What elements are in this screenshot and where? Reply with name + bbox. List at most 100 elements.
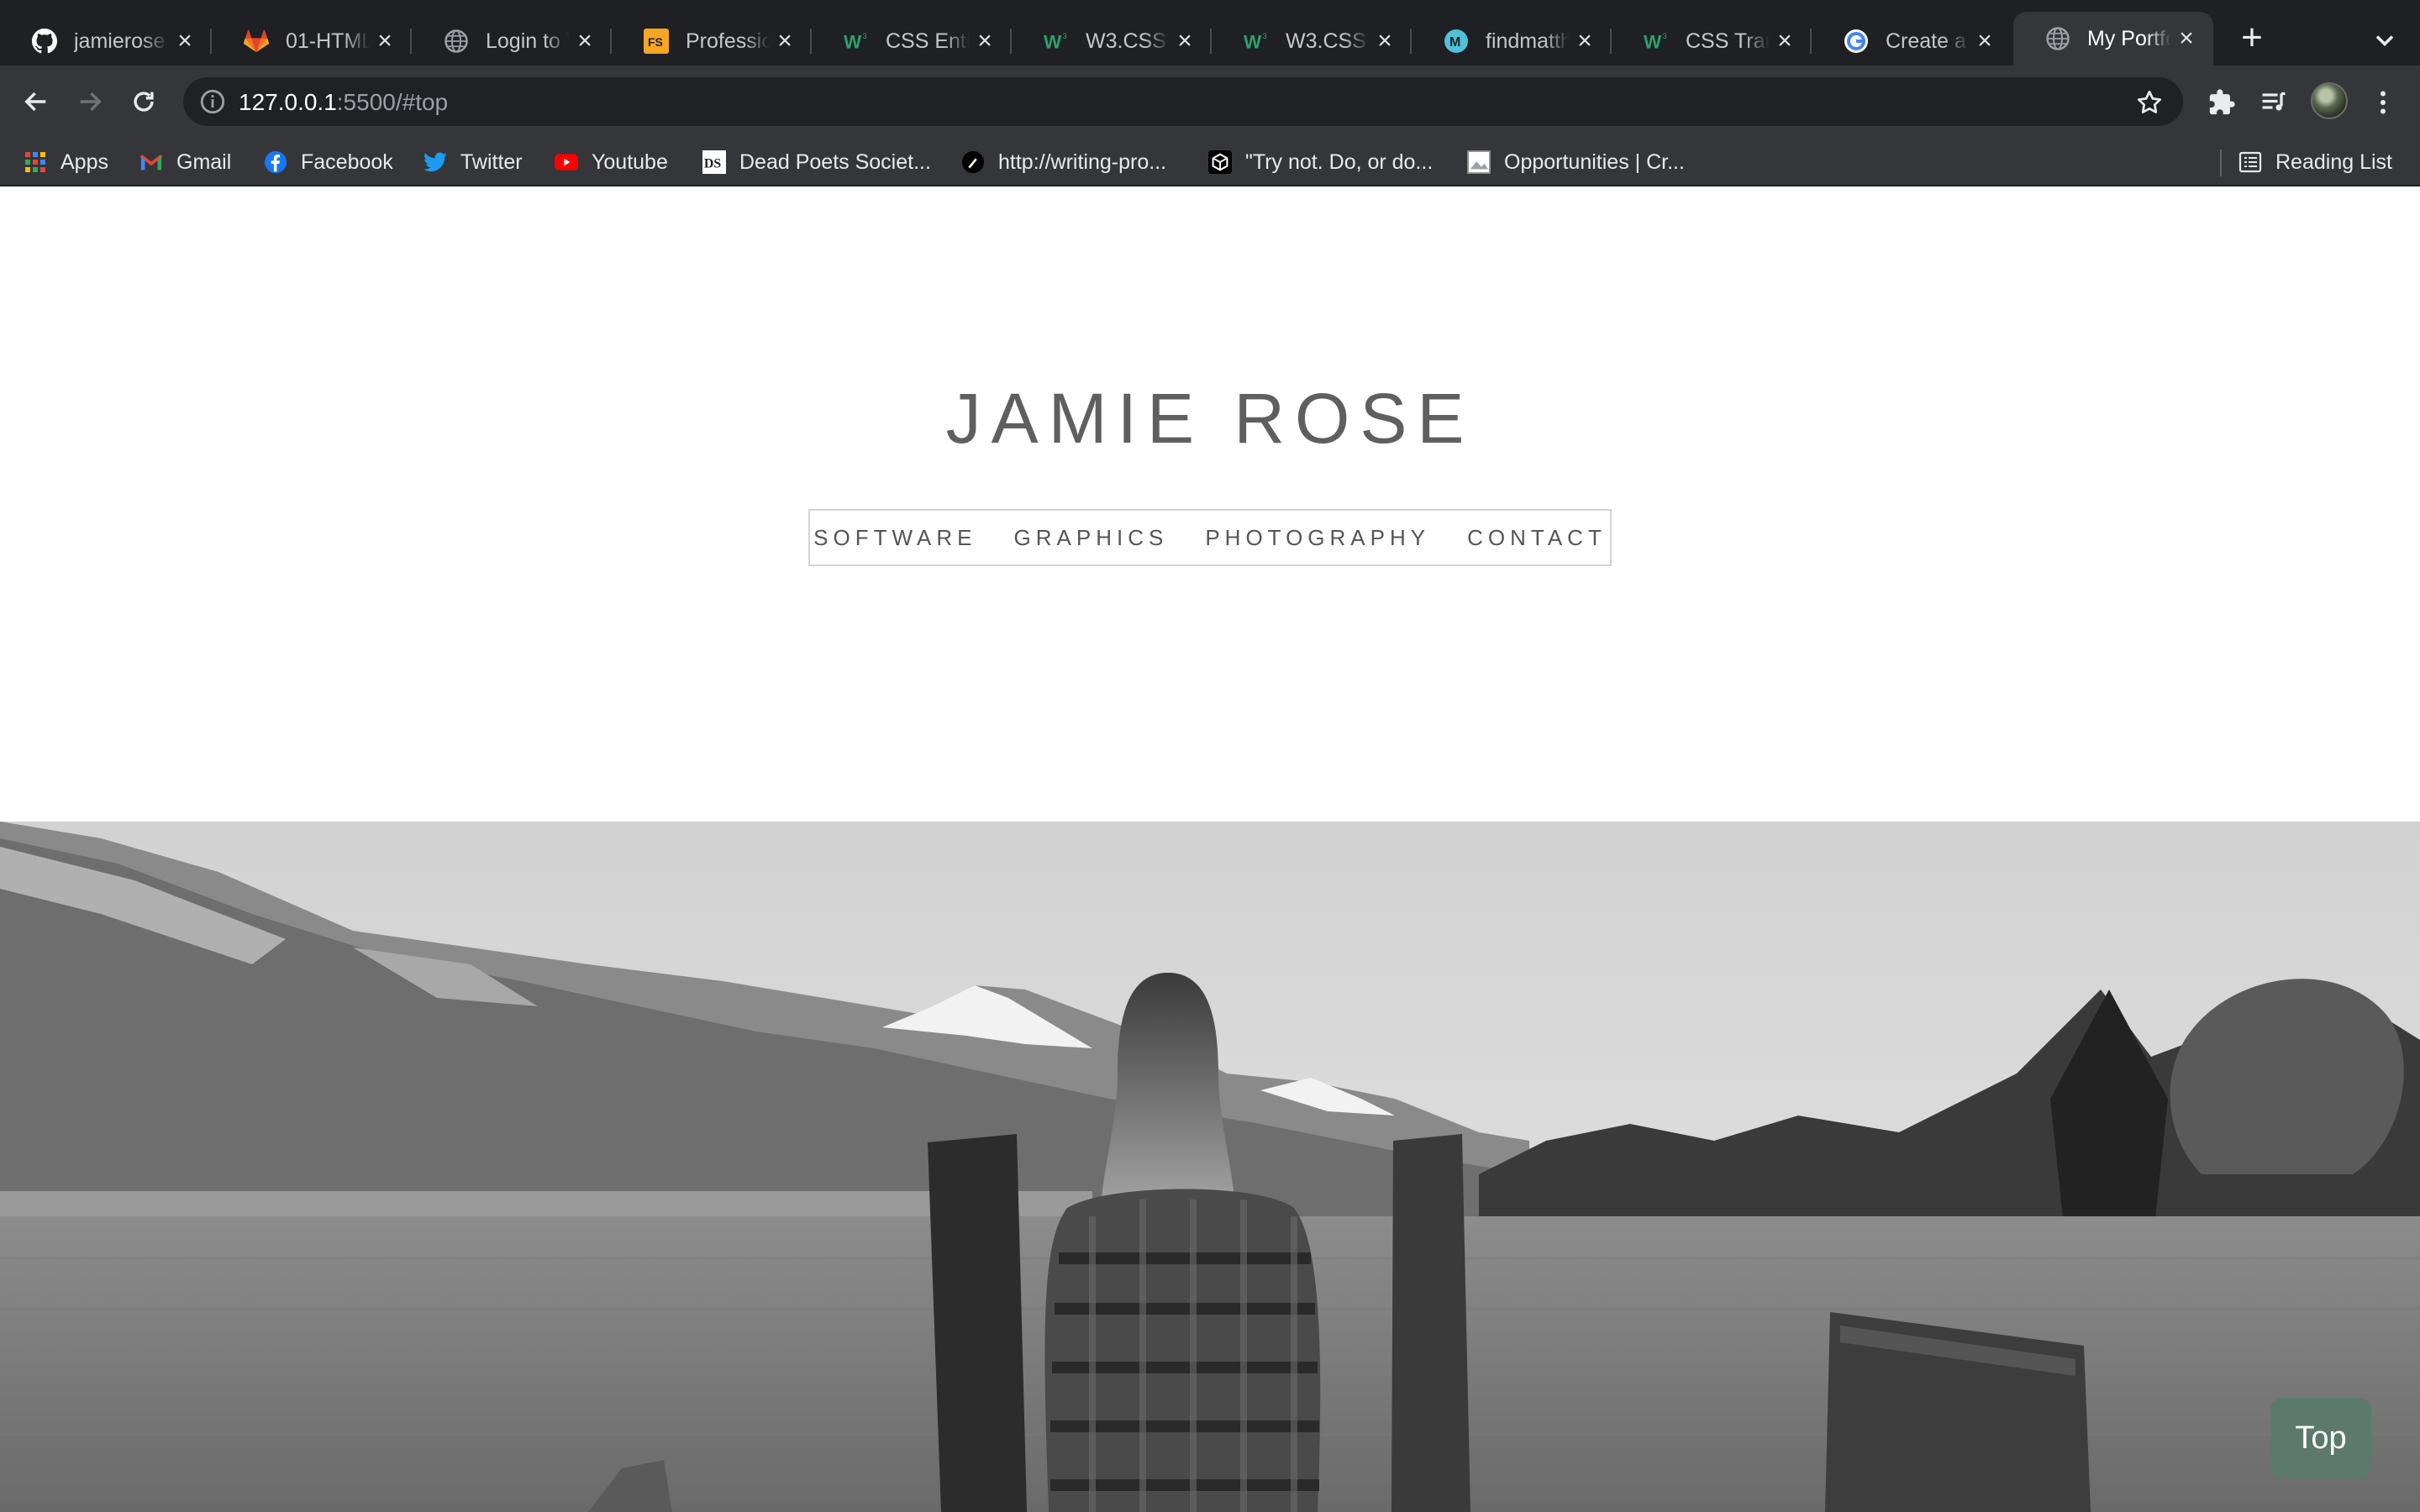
reading-list-label: Reading List	[2275, 150, 2392, 174]
site-nav: SOFTWARE GRAPHICS PHOTOGRAPHY CONTACT	[808, 509, 1612, 566]
tab-title: findmatth	[1486, 29, 1570, 53]
tab-title: CSS Entit	[886, 29, 970, 53]
tab-title: CSS Tran	[1686, 29, 1770, 53]
bookmark-label: Apps	[60, 150, 108, 174]
bookmark-dead-poets[interactable]: DS Dead Poets Societ...	[702, 146, 931, 178]
tab-title: Professio	[686, 29, 770, 53]
bookmark-label: http://writing-pro...	[998, 150, 1167, 174]
bookmark-twitter[interactable]: Twitter	[424, 146, 523, 178]
tab-css-entities[interactable]: W3 CSS Entit ×	[812, 18, 1012, 64]
google-icon	[1844, 29, 1869, 54]
bookmark-label: Youtube	[592, 150, 668, 174]
page-content: JAMIE ROSE SOFTWARE GRAPHICS PHOTOGRAPHY…	[0, 186, 2420, 1512]
extensions-icon[interactable]	[2205, 86, 2238, 119]
tab-title: Login to Y	[486, 29, 570, 53]
w3schools-icon: W3	[1044, 29, 1069, 54]
media-queue-icon[interactable]	[2257, 86, 2291, 119]
arrow-right-icon	[80, 92, 102, 112]
close-icon[interactable]: ×	[370, 26, 400, 56]
globe-icon	[2045, 26, 2070, 51]
reload-button[interactable]	[123, 81, 165, 123]
nav-photography[interactable]: PHOTOGRAPHY	[1205, 525, 1430, 551]
close-icon[interactable]: ×	[770, 26, 800, 56]
m-icon: M	[1444, 29, 1469, 54]
w3schools-icon: W3	[1244, 29, 1269, 54]
bookmark-label: Opportunities | Cr...	[1504, 150, 1685, 174]
ds-icon: DS	[702, 150, 726, 174]
back-to-top-button[interactable]: Top	[2270, 1398, 2371, 1478]
tab-w3css-1[interactable]: W3 W3.CSS T ×	[1012, 18, 1212, 64]
svg-text:W: W	[1044, 31, 1062, 52]
codepen-icon	[1208, 150, 1232, 174]
svg-text:W: W	[1644, 31, 1662, 52]
bookmark-writing-pro[interactable]: http://writing-pro...	[961, 146, 1166, 178]
bookmark-opportunities[interactable]: Opportunities | Cr...	[1467, 146, 1685, 178]
svg-text:W: W	[844, 31, 862, 52]
svg-text:FS: FS	[648, 35, 663, 49]
apps-grid-icon	[24, 150, 47, 174]
arrow-left-icon	[24, 92, 46, 112]
tab-gitlab[interactable]: 01-HTML ×	[212, 18, 412, 64]
close-icon[interactable]: ×	[970, 26, 1000, 56]
fs-icon: FS	[644, 29, 669, 54]
bookmark-facebook[interactable]: Facebook	[264, 146, 393, 178]
forward-button[interactable]	[69, 81, 111, 123]
nav-contact[interactable]: CONTACT	[1467, 525, 1607, 551]
nav-graphics[interactable]: GRAPHICS	[1014, 525, 1169, 551]
tab-github[interactable]: jamierose ×	[0, 18, 212, 64]
bookmark-gmail[interactable]: Gmail	[139, 146, 231, 178]
bookmark-youtube[interactable]: Youtube	[555, 146, 668, 178]
back-button[interactable]	[15, 81, 57, 123]
tab-title: My Portfo	[2087, 26, 2171, 50]
svg-text:W: W	[1244, 31, 1262, 52]
url-host: 127.0.0.1	[239, 89, 337, 115]
tab-create[interactable]: Create a p ×	[1812, 18, 2012, 64]
svg-text:3: 3	[1263, 32, 1267, 40]
tab-title: jamierose	[74, 29, 166, 53]
bookmark-star-icon[interactable]	[2134, 87, 2165, 118]
close-icon[interactable]: ×	[1570, 26, 1600, 56]
close-icon[interactable]: ×	[1370, 26, 1400, 56]
close-icon[interactable]: ×	[570, 26, 600, 56]
url-text: 127.0.0.1:5500/#top	[239, 89, 448, 116]
close-icon[interactable]: ×	[2171, 24, 2202, 54]
tab-w3css-2[interactable]: W3 W3.CSS T ×	[1212, 18, 1412, 64]
close-icon[interactable]: ×	[1970, 26, 2000, 56]
info-icon[interactable]	[198, 87, 227, 116]
bookmark-try-not[interactable]: "Try not. Do, or do...	[1208, 146, 1433, 178]
site-title: JAMIE ROSE	[945, 379, 1475, 458]
bookmark-apps[interactable]: Apps	[24, 146, 108, 178]
facebook-icon	[264, 150, 287, 174]
pen-icon	[961, 150, 985, 174]
w3schools-icon: W3	[844, 29, 869, 54]
image-icon	[1467, 150, 1491, 174]
reading-list-button[interactable]: Reading List	[2238, 146, 2392, 178]
tab-title: W3.CSS T	[1286, 29, 1370, 53]
twitter-icon	[424, 150, 447, 174]
tab-professional[interactable]: FS Professio ×	[612, 18, 812, 64]
svg-text:M: M	[1449, 35, 1460, 50]
svg-text:DS: DS	[704, 157, 721, 171]
youtube-icon	[555, 150, 578, 174]
new-tab-button[interactable]: +	[2235, 19, 2269, 56]
svg-text:3: 3	[1663, 32, 1667, 40]
address-bar[interactable]: 127.0.0.1:5500/#top	[183, 77, 2183, 126]
close-icon[interactable]: ×	[1170, 26, 1200, 56]
close-icon[interactable]: ×	[170, 26, 200, 56]
profile-avatar[interactable]	[2311, 82, 2348, 119]
browser-toolbar: 127.0.0.1:5500/#top	[0, 66, 2420, 138]
tab-css-transitions[interactable]: W3 CSS Tran ×	[1612, 18, 1812, 64]
tab-title: Create a p	[1886, 29, 1970, 53]
nav-software[interactable]: SOFTWARE	[813, 525, 976, 551]
tab-my-portfolio[interactable]: My Portfo ×	[2013, 12, 2213, 66]
bookmark-label: Gmail	[176, 150, 232, 174]
bookmark-label: Facebook	[301, 150, 393, 174]
chevron-down-icon[interactable]	[2370, 25, 2400, 55]
globe-icon	[444, 29, 469, 54]
close-icon[interactable]: ×	[1770, 26, 1800, 56]
tab-title: 01-HTML	[286, 29, 370, 53]
tab-title: W3.CSS T	[1086, 29, 1170, 53]
more-vert-icon[interactable]	[2366, 86, 2400, 119]
tab-login[interactable]: Login to Y ×	[412, 18, 612, 64]
tab-findmatth[interactable]: M findmatth ×	[1412, 18, 1612, 64]
